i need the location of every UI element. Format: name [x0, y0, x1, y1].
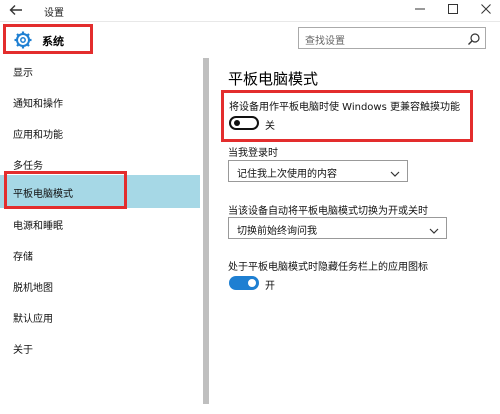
- chevron-down-icon: [389, 165, 401, 177]
- sidebar-item-label: 脱机地图: [13, 283, 53, 294]
- sidebar-item-offline-maps[interactable]: 脱机地图: [0, 271, 200, 301]
- section-highlight-box: 系统: [3, 24, 93, 54]
- signin-dropdown-value: 记住我上次使用的内容: [237, 169, 337, 180]
- sidebar-item-label: 存储: [13, 252, 33, 263]
- sidebar-scrollbar[interactable]: [203, 58, 209, 404]
- main-panel: 平板电脑模式 将设备用作平板电脑时使 Windows 更兼容触摸功能 关 当我登…: [212, 56, 500, 414]
- sidebar-item-label: 电源和睡眠: [13, 221, 63, 232]
- touch-option-toggle[interactable]: [229, 116, 259, 130]
- sidebar-item-about[interactable]: 关于: [0, 333, 200, 363]
- sidebar: 显示 通知和操作 应用和功能 多任务 平板电脑模式 电源和睡眠 存储 脱机地图 …: [0, 56, 206, 414]
- page-title: 平板电脑模式: [228, 70, 319, 88]
- auto-switch-dropdown-value: 切换前始终询问我: [237, 226, 317, 237]
- window-title: 设置: [44, 8, 64, 19]
- settings-header: 系统 查找设置: [0, 22, 500, 56]
- back-arrow-icon[interactable]: [8, 3, 24, 19]
- touch-option-label: 将设备用作平板电脑时使 Windows 更兼容触摸功能: [229, 102, 460, 113]
- search-icon[interactable]: [467, 31, 481, 45]
- toggle-knob: [234, 120, 240, 126]
- gear-icon: [13, 30, 33, 50]
- sidebar-item-label: 通知和操作: [13, 99, 63, 110]
- minimize-icon[interactable]: [412, 3, 428, 19]
- auto-switch-dropdown[interactable]: 切换前始终询问我: [228, 217, 447, 239]
- section-label: 系统: [42, 35, 64, 48]
- hide-icons-toggle[interactable]: [229, 276, 259, 290]
- sidebar-item-label: 多任务: [13, 161, 43, 172]
- sidebar-item-default-apps[interactable]: 默认应用: [0, 302, 200, 332]
- close-icon[interactable]: [478, 3, 494, 19]
- touch-option-state: 关: [265, 121, 275, 132]
- sidebar-item-apps[interactable]: 应用和功能: [0, 118, 200, 148]
- signin-dropdown[interactable]: 记住我上次使用的内容: [228, 160, 408, 182]
- hide-icons-state: 开: [265, 281, 275, 292]
- signin-label: 当我登录时: [228, 148, 278, 159]
- sidebar-item-label: 显示: [13, 68, 33, 79]
- hide-icons-label: 处于平板电脑模式时隐藏任务栏上的应用图标: [228, 262, 428, 273]
- sidebar-item-label: 关于: [13, 345, 33, 356]
- search-placeholder: 查找设置: [305, 36, 345, 47]
- auto-switch-label: 当该设备自动将平板电脑模式切换为开或关时: [228, 206, 428, 217]
- sidebar-item-label: 默认应用: [13, 314, 53, 325]
- sidebar-item-notifications[interactable]: 通知和操作: [0, 87, 200, 117]
- search-input[interactable]: 查找设置: [298, 27, 486, 49]
- title-bar: 设置: [0, 0, 500, 22]
- nav-highlight-box: [4, 171, 127, 209]
- chevron-down-icon: [428, 222, 440, 234]
- toggle-knob: [248, 279, 256, 287]
- sidebar-item-label: 应用和功能: [13, 130, 63, 141]
- sidebar-item-storage[interactable]: 存储: [0, 240, 200, 270]
- maximize-icon[interactable]: [445, 3, 461, 19]
- sidebar-item-power-sleep[interactable]: 电源和睡眠: [0, 209, 200, 239]
- sidebar-item-display[interactable]: 显示: [0, 56, 200, 86]
